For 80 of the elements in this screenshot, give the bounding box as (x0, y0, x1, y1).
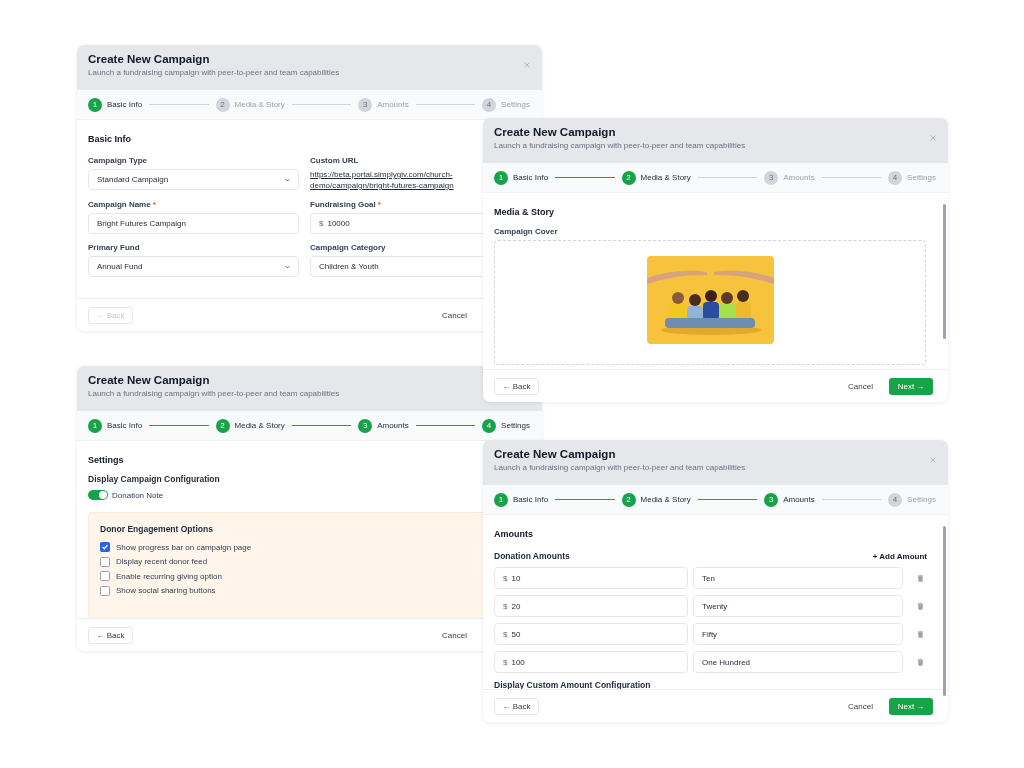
step-number[interactable]: 4 (482, 97, 497, 112)
toggle-switch[interactable] (88, 490, 108, 500)
field-label: Primary Fund (88, 243, 140, 252)
field-label: Fundraising Goal (310, 200, 376, 209)
dialog-subtitle: Launch a fundraising campaign with peer-to-peer and team capabilities (494, 141, 746, 150)
dialog-title: Create New Campaign (494, 126, 617, 138)
step-label[interactable]: Media & Story (640, 173, 691, 182)
cancel-button[interactable]: Cancel (848, 701, 873, 711)
step-label[interactable]: Basic Info (513, 495, 549, 504)
back-button[interactable]: ← Back (88, 626, 133, 644)
label-field[interactable]: One Hundred (693, 651, 903, 673)
label-field[interactable]: Ten (693, 567, 903, 589)
amount-field[interactable]: $ 20 (494, 595, 688, 617)
toggle-label: Donation Note (112, 490, 164, 500)
label-field[interactable]: Twenty (693, 595, 903, 617)
back-button[interactable]: ← Back (494, 697, 539, 715)
checkbox-label: Show progress bar on campaign page (116, 542, 252, 552)
step-label[interactable]: Media & Story (640, 495, 691, 504)
checkbox[interactable] (100, 571, 110, 582)
field-label: Campaign Name (88, 200, 151, 209)
subsection-title: Display Custom Amount Configuration (494, 680, 652, 689)
subsection-title: Display Campaign Configuration (88, 474, 221, 484)
cancel-button[interactable]: Cancel (848, 381, 873, 391)
select-field[interactable]: Annual Fund (88, 256, 299, 277)
trash-icon[interactable] (917, 602, 924, 610)
chevron-down-icon (285, 264, 290, 269)
dialog-subtitle: Launch a fundraising campaign with peer-to-peer and team capabilities (494, 463, 746, 472)
scrollbar-thumb[interactable] (943, 204, 946, 339)
checkbox[interactable] (100, 542, 110, 553)
chevron-down-icon (285, 177, 290, 182)
step-label[interactable]: Media & Story (234, 421, 285, 430)
required-mark: * (152, 200, 156, 209)
step-label[interactable]: Basic Info (107, 100, 143, 109)
step-number[interactable]: 4 (888, 492, 903, 507)
step-label[interactable]: Basic Info (513, 173, 549, 182)
label-field[interactable]: Fifty (693, 623, 903, 645)
dialog-subtitle: Launch a fundraising campaign with peer-to-peer and team capabilities (88, 389, 340, 398)
add-amount-link[interactable]: + Add Amount (872, 551, 927, 561)
close-icon[interactable] (930, 135, 936, 141)
trash-icon[interactable] (917, 574, 924, 582)
step-label[interactable]: Amounts (377, 421, 409, 430)
cancel-button[interactable]: Cancel (442, 310, 467, 320)
cancel-button[interactable]: Cancel (442, 630, 467, 640)
trash-icon[interactable] (917, 658, 924, 666)
field-label: Campaign Category (310, 243, 386, 252)
close-icon[interactable] (930, 457, 936, 463)
step-number[interactable]: 4 (888, 170, 903, 185)
step-number[interactable]: 3 (764, 170, 779, 185)
checkbox-label: Display recent donor feed (116, 557, 208, 567)
input-field[interactable]: Bright Futures Campaign (88, 213, 299, 234)
field-label: Custom URL (310, 156, 359, 165)
subsection-title: Donation Amounts (494, 551, 570, 561)
field-label: Campaign Type (88, 156, 147, 165)
url-link[interactable]: https://beta.portal.simplygiv.com/church-demo/campaign/bright-futures-campaign (310, 169, 482, 191)
section-title: Basic Info (88, 134, 132, 144)
upload-area[interactable] (494, 240, 926, 365)
step-number[interactable]: 3 (358, 97, 373, 112)
trash-icon[interactable] (917, 630, 924, 638)
dialog-title: Create New Campaign (88, 53, 211, 65)
step-number[interactable]: 2 (215, 97, 230, 112)
dialog-title: Create New Campaign (494, 448, 617, 460)
back-button[interactable]: ← Back (494, 377, 539, 395)
checkbox[interactable] (100, 585, 110, 596)
amount-field[interactable]: $ 100 (494, 651, 688, 673)
checkbox-label: Show social sharing buttons (116, 586, 216, 596)
step-label[interactable]: Amounts (783, 495, 815, 504)
section-title: Amounts (494, 529, 534, 539)
checkbox-label: Enable recurring giving option (116, 571, 222, 581)
step-label[interactable]: Settings (501, 421, 530, 430)
required-mark: * (377, 200, 381, 209)
select-field[interactable]: Standard Campaign (88, 169, 299, 190)
dialog-title: Create New Campaign (88, 374, 211, 386)
close-icon[interactable] (524, 62, 530, 68)
section-title: Settings (88, 455, 125, 465)
step-label[interactable]: Basic Info (107, 421, 143, 430)
checkbox[interactable] (100, 556, 110, 567)
amount-field[interactable]: $ 50 (494, 623, 688, 645)
dialog-subtitle: Launch a fundraising campaign with peer-to-peer and team capabilities (88, 68, 340, 77)
amount-field[interactable]: $ 10 (494, 567, 688, 589)
scrollbar-thumb[interactable] (943, 526, 946, 696)
